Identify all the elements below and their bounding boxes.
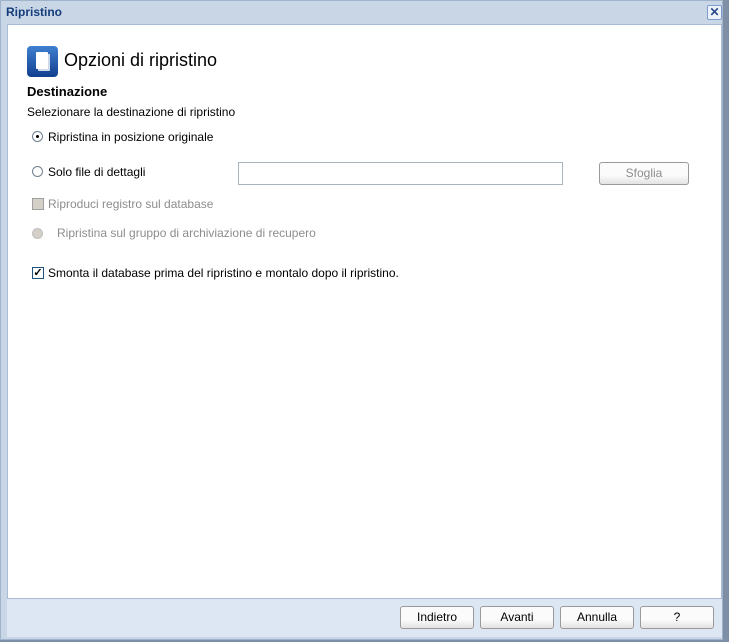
page-title: Opzioni di ripristino (64, 50, 218, 70)
section-heading: Destinazione (27, 84, 108, 99)
replay-log-label: Riproduci registro sul database (48, 197, 214, 211)
files-only-label: Solo file di dettagli (48, 165, 146, 179)
help-button[interactable]: ? (640, 606, 714, 629)
document-icon (27, 46, 58, 77)
next-button[interactable]: Avanti (480, 606, 554, 629)
back-button[interactable]: Indietro (400, 606, 474, 629)
replay-log-checkbox[interactable] (32, 198, 44, 210)
original-location-label: Ripristina in posizione originale (48, 130, 214, 144)
radio-files-only[interactable] (32, 166, 43, 177)
radio-recovery-group[interactable] (32, 228, 43, 239)
dismount-checkbox[interactable]: ✓ (32, 267, 44, 279)
window-title: Ripristino (6, 5, 62, 19)
section-description: Selezionare la destinazione di ripristin… (27, 105, 236, 119)
restore-dialog: Ripristino ✕ Opzioni di ripristino Desti… (0, 0, 723, 640)
recovery-group-label: Ripristina sul gruppo di archiviazione d… (57, 226, 316, 240)
content-panel: Opzioni di ripristino Destinazione Selez… (7, 24, 722, 599)
close-icon[interactable]: ✕ (707, 5, 722, 20)
footer-bar: Indietro Avanti Annulla ? (7, 599, 722, 637)
browse-button[interactable]: Sfoglia (599, 162, 689, 185)
cancel-button[interactable]: Annulla (560, 606, 634, 629)
radio-original-location[interactable] (32, 131, 43, 142)
dismount-label: Smonta il database prima del ripristino … (48, 266, 399, 280)
path-input[interactable] (238, 162, 563, 185)
